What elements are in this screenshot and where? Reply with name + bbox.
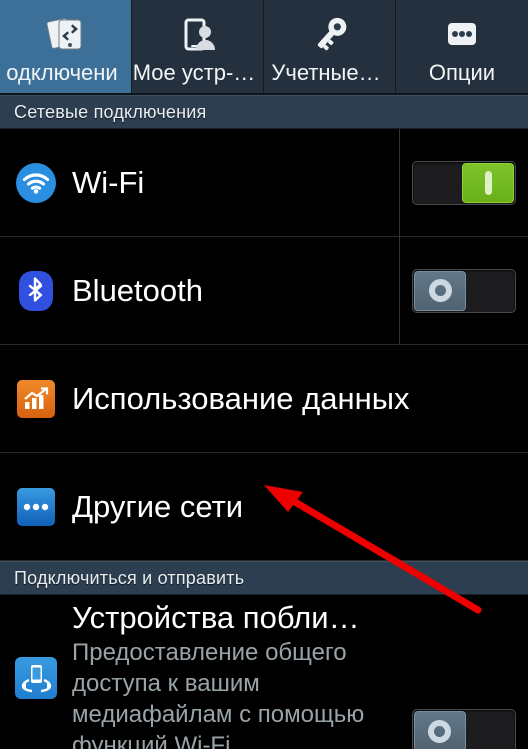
nearby-devices-icon <box>0 657 72 699</box>
toggle-knob <box>414 270 466 311</box>
section-header-connect-share: Подключиться и отправить <box>0 561 528 595</box>
list-item-subtitle: Предоставление общего доступа к вашим ме… <box>72 639 365 749</box>
wifi-toggle[interactable] <box>399 129 528 236</box>
bluetooth-icon <box>0 270 72 311</box>
toggle-off-circle-icon <box>428 279 452 302</box>
list-item-text: Другие сети <box>72 488 528 526</box>
data-usage-icon <box>0 379 72 418</box>
tab-label: Учетные… <box>271 60 381 85</box>
tab-label: Опции <box>428 60 496 85</box>
tab-options[interactable]: Опции <box>396 0 528 93</box>
toggle-off-circle-icon <box>428 719 451 743</box>
list-item-bluetooth[interactable]: Bluetooth <box>0 237 528 345</box>
bluetooth-toggle[interactable] <box>399 237 528 344</box>
toggle-knob <box>413 711 466 749</box>
tab-label: одключени <box>6 60 118 85</box>
connections-icon <box>43 11 89 59</box>
list-item-text: Bluetooth <box>72 272 399 310</box>
tab-connections[interactable]: одключени <box>0 0 132 93</box>
tab-bar: одключени Мое устр-… Учетные… Опции <box>0 0 528 95</box>
my-device-icon <box>175 11 221 59</box>
more-options-icon <box>439 11 485 59</box>
toggle-switch-off[interactable] <box>412 268 516 313</box>
toggle-on-bar-icon <box>484 170 492 195</box>
key-icon <box>307 11 353 59</box>
list-item-title: Использование данных <box>72 380 410 416</box>
list-item-text: Использование данных <box>72 380 528 418</box>
section-header-label: Подключиться и отправить <box>14 567 245 588</box>
more-networks-icon <box>0 487 72 526</box>
section-header-network: Сетевые подключения <box>0 95 528 129</box>
list-item-nearby-devices[interactable]: Устройства побли… Предоставление общего … <box>0 595 528 749</box>
list-item-title: Другие сети <box>72 488 244 524</box>
list-item-wifi[interactable]: Wi-Fi <box>0 129 528 237</box>
list-item-text: Устройства побли… Предоставление общего … <box>72 595 399 749</box>
nearby-devices-toggle[interactable] <box>399 595 528 749</box>
toggle-switch-off[interactable] <box>411 709 516 749</box>
list-item-title: Wi-Fi <box>72 164 145 200</box>
settings-screen: одключени Мое устр-… Учетные… Опции Сете… <box>0 0 528 749</box>
list-item-data-usage[interactable]: Использование данных <box>0 345 528 453</box>
tab-my-device[interactable]: Мое устр-… <box>132 0 264 93</box>
list-item-title: Устройства побли… <box>72 600 360 635</box>
list-item-text: Wi-Fi <box>72 164 399 202</box>
list-item-more-networks[interactable]: Другие сети <box>0 453 528 561</box>
tab-label: Мое устр-… <box>132 60 256 85</box>
toggle-knob <box>462 162 514 203</box>
toggle-switch-on[interactable] <box>412 160 516 205</box>
list-item-title: Bluetooth <box>72 272 203 308</box>
section-header-label: Сетевые подключения <box>14 101 207 122</box>
tab-accounts[interactable]: Учетные… <box>264 0 396 93</box>
wifi-icon <box>0 162 72 203</box>
